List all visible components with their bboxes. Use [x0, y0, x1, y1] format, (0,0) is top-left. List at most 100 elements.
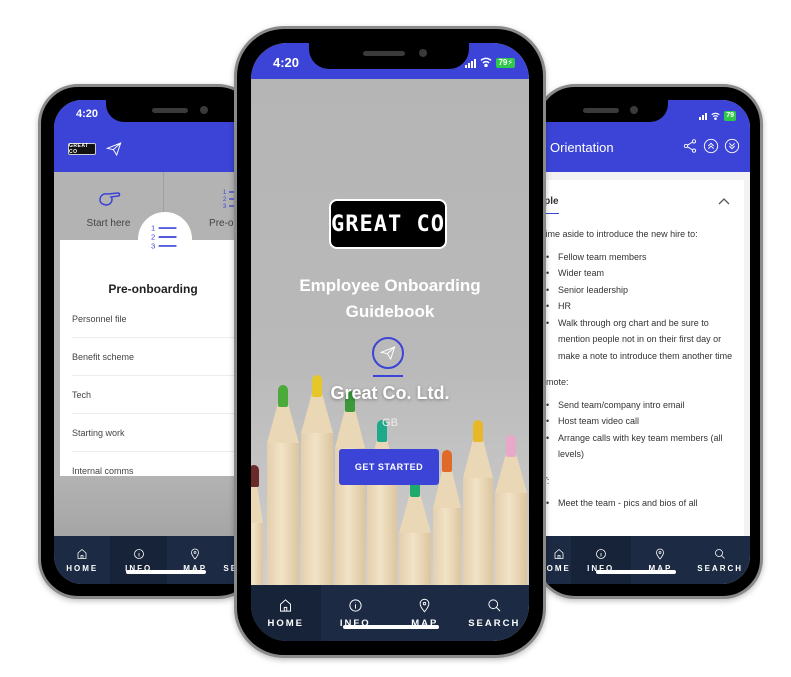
speaker [152, 108, 188, 113]
lt-label: LT: [538, 473, 736, 490]
screen-orientation: :20 79 Orientation ople [538, 100, 750, 584]
side-button [760, 207, 763, 257]
search-icon [488, 598, 501, 611]
pencil [301, 375, 333, 585]
chevron-up-icon[interactable] [718, 194, 730, 211]
brand-logo[interactable]: GREAT CO [68, 143, 96, 155]
home-indicator [596, 570, 676, 574]
list-item: Meet the team - pics and bios of all [546, 495, 736, 512]
pencil [251, 465, 263, 585]
get-started-button[interactable]: GET STARTED [339, 449, 439, 485]
pencil [367, 420, 397, 585]
list-item: Senior leadership [546, 282, 736, 299]
pencil-body [267, 443, 299, 585]
nav-map[interactable]: MAP [167, 536, 223, 584]
info-icon [595, 548, 606, 559]
signal-icon [465, 58, 477, 68]
home-icon [554, 548, 564, 559]
nav-home[interactable]: HOME [251, 585, 321, 641]
share-icon[interactable] [682, 138, 698, 159]
list-item[interactable]: Tech [72, 376, 246, 414]
remote-label: remote: [538, 377, 569, 387]
sheet-title: Pre-onboarding [108, 282, 198, 296]
svg-text:1: 1 [151, 223, 155, 232]
signal-icon [699, 112, 708, 120]
nav-label: OME [546, 563, 571, 573]
bottom-nav: HOME INFO MAP SEARCH [54, 536, 246, 584]
page-title: Orientation [550, 140, 614, 155]
battery-indicator: 79⚡ [496, 58, 515, 68]
list-item[interactable]: Benefit scheme [72, 338, 246, 376]
nav-map[interactable]: MAP [390, 585, 460, 641]
status-time: 4:20 [76, 108, 99, 120]
pencil [399, 475, 431, 585]
bottom-nav: HOME INFO MAP SEARCH [251, 585, 529, 641]
pencil-lead [442, 450, 452, 472]
nav-info[interactable]: INFO [110, 536, 167, 584]
home-indicator [343, 625, 439, 629]
pencil [495, 435, 527, 585]
svg-text:2: 2 [223, 197, 227, 203]
battery-level: 79 [498, 58, 508, 67]
app-title-line: Guidebook [345, 302, 435, 321]
list-item[interactable]: Starting work [72, 414, 246, 452]
collapse-all-icon[interactable] [703, 138, 719, 159]
list-item: Wider team [546, 265, 736, 282]
svg-text:3: 3 [151, 241, 155, 250]
nav-search[interactable]: SEARCH [690, 536, 750, 584]
app-header: GREAT CO [54, 128, 246, 172]
expand-all-icon[interactable] [724, 138, 740, 159]
status-time: 4:20 [273, 55, 300, 70]
pencil-body [251, 523, 263, 585]
list-item[interactable]: Personnel file [72, 300, 246, 338]
list-item: Host team video call [546, 413, 736, 430]
app-title: Employee Onboarding Guidebook [251, 273, 529, 325]
list-item: Arrange calls with key team members (all… [546, 430, 736, 463]
nav-info[interactable]: INFO [570, 536, 631, 584]
brand-logo: GREAT CO [329, 199, 447, 249]
nav-home[interactable]: HOME [54, 536, 110, 584]
camera [200, 106, 208, 114]
tile-label: Start here [86, 218, 131, 229]
paper-plane-icon[interactable] [105, 141, 122, 162]
bullet-list: Fellow team members Wider team Senior le… [538, 249, 736, 365]
svg-text:2: 2 [151, 232, 155, 241]
wifi-icon [711, 109, 720, 123]
svg-text:3: 3 [223, 204, 227, 210]
paper-plane-icon [372, 337, 404, 369]
status-icons: 79⚡ [465, 56, 515, 70]
nav-label: SEARCH [697, 563, 744, 573]
camera [630, 106, 638, 114]
pencil-body [399, 533, 431, 585]
notch [538, 100, 668, 122]
speaker [363, 51, 405, 56]
header-actions [682, 138, 740, 159]
search-icon [715, 548, 725, 559]
section-body: t time aside to introduce the new hire t… [538, 226, 736, 522]
home-indicator [126, 570, 206, 574]
map-pin-icon [419, 598, 430, 612]
pencil [267, 385, 299, 585]
nav-info[interactable]: INFO [321, 585, 391, 641]
nav-search[interactable]: SEARCH [460, 585, 530, 641]
app-title-line: Employee Onboarding [299, 276, 481, 295]
pencil-body [433, 508, 461, 585]
pencil-lead [251, 465, 259, 487]
country-code: GB [382, 417, 398, 429]
pencil-body [301, 433, 333, 585]
info-icon [349, 598, 362, 612]
map-pin-icon [191, 548, 200, 560]
pencil-body [367, 478, 397, 585]
phone-right: :20 79 Orientation ople [535, 84, 763, 599]
notch [309, 43, 469, 69]
bullet-list: Meet the team - pics and bios of all [538, 495, 736, 512]
list-item[interactable]: Internal comms [72, 452, 246, 490]
divider [373, 375, 403, 377]
phone-center: 4:20 79⚡ GREAT CO Employee Onboarding Gu… [234, 26, 546, 658]
bullet-list: Send team/company intro email Host team … [538, 397, 736, 463]
list-item: HR [546, 298, 736, 315]
nav-map[interactable]: MAP [631, 536, 691, 584]
camera [419, 49, 427, 57]
nav-label: SEARCH [468, 617, 521, 629]
nav-label: HOME [66, 563, 99, 573]
